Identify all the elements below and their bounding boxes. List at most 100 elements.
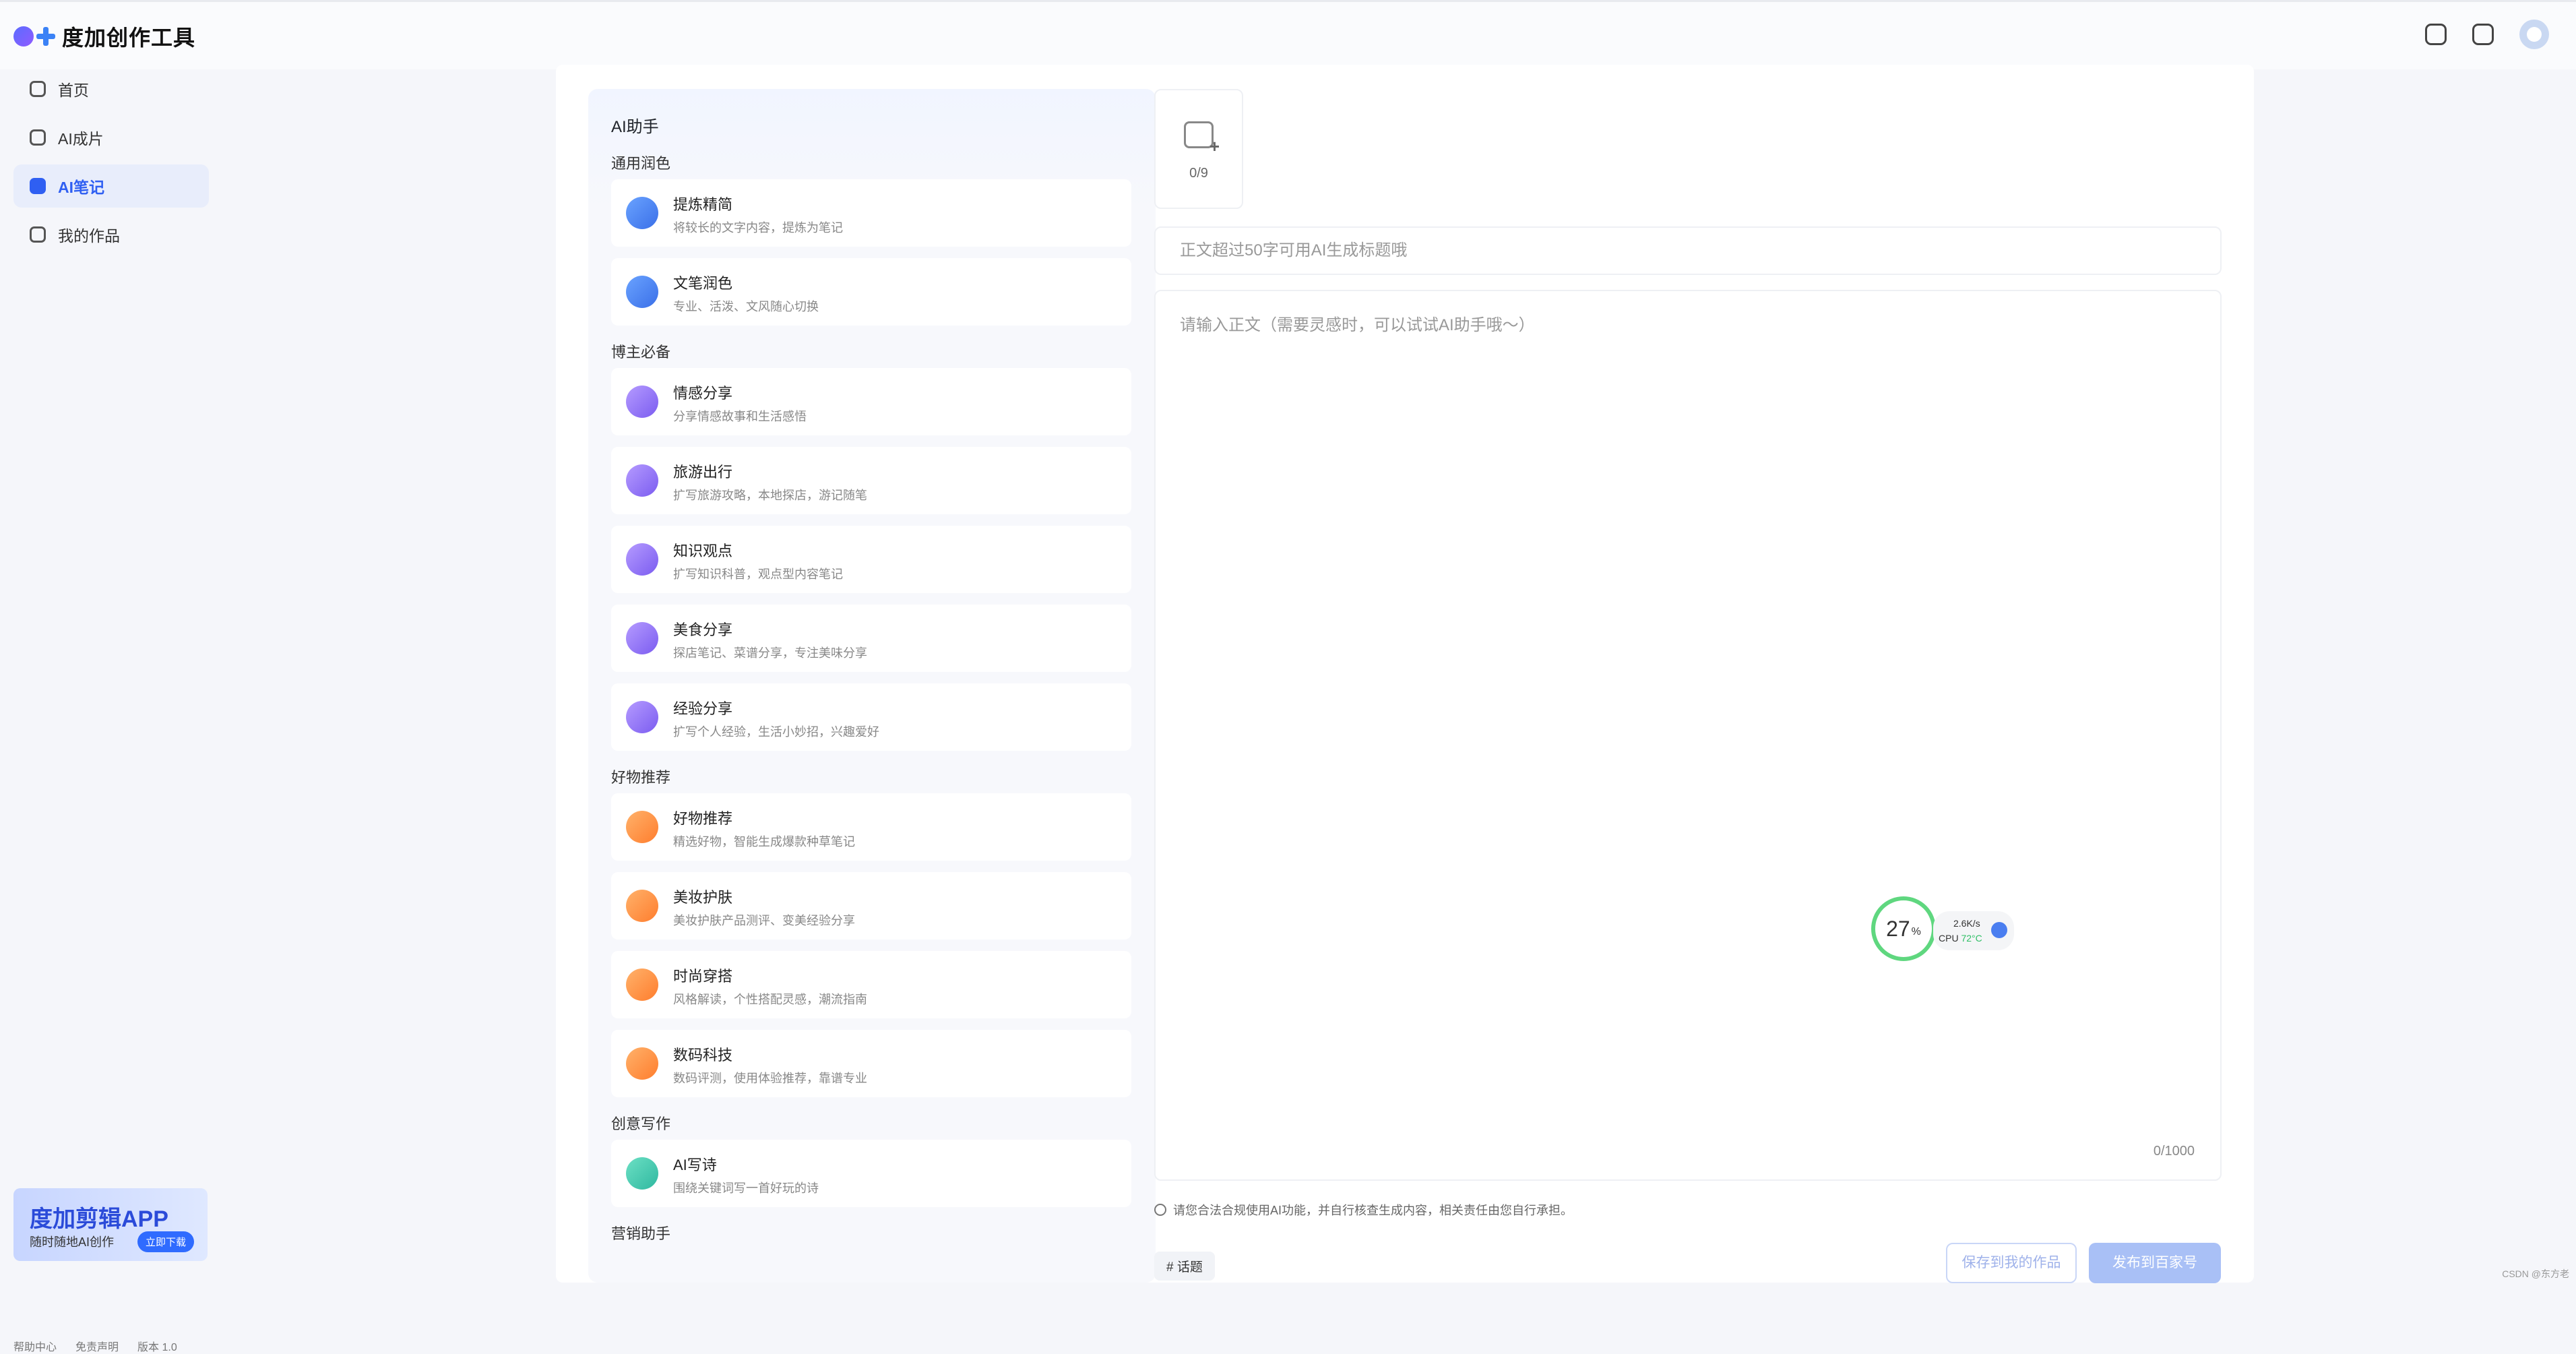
tool-name: 经验分享 [673,700,733,717]
palm-icon [626,464,658,497]
section-title: 通用润色 [611,155,671,172]
char-count: 0/1000 [2153,1144,2195,1159]
tool-card[interactable]: 文笔润色专业、活泼、文风随心切换 [611,258,1131,326]
tool-card[interactable]: AI写诗 围绕关键词写一首好玩的诗 [611,1140,1131,1207]
tool-description: 专业、活泼、文风随心切换 [673,300,819,313]
tool-name: AI写诗 [673,1157,717,1173]
tool-name: 情感分享 [673,385,733,402]
bottle-icon [626,890,658,922]
tool-card[interactable]: 时尚穿搭风格解读，个性搭配灵感，潮流指南 [611,951,1131,1018]
ai-assistant-panel: AI助手 通用润色提炼精简将较长的文字内容，提炼为笔记 文笔润色专业、活泼、文风随… [588,89,1156,1283]
tool-sections: 通用润色提炼精简将较长的文字内容，提炼为笔记 文笔润色专业、活泼、文风随心切换博主… [588,148,1156,1250]
pen-icon [30,178,46,194]
tool-description: 扩写旅游攻略，本地探店，游记随笔 [673,489,867,502]
poem-icon [626,1157,658,1190]
tool-card[interactable]: 情感分享分享情感故事和生活感悟 [611,368,1131,435]
tool-card[interactable]: 提炼精简将较长的文字内容，提炼为笔记 [611,179,1131,247]
tool-description: 将较长的文字内容，提炼为笔记 [673,221,843,235]
tool-name: 数码科技 [673,1047,733,1064]
app-logo[interactable]: 度加创作工具 [13,22,195,51]
top-bar: 度加创作工具 [0,0,2576,69]
food-icon [626,622,658,654]
thumb-icon [626,811,658,843]
cpu-label: CPU 72°C [1939,933,1982,944]
heart-icon [626,386,658,418]
cpu-text: CPU [1939,933,1959,944]
footer-link[interactable]: 免责声明 [75,1338,119,1354]
watermark: CSDN @东方老 [2502,1268,2569,1279]
tool-card[interactable]: 美妆护肤美妆护肤产品测评、变美经验分享 [611,872,1131,940]
tool-name: 美食分享 [673,621,733,638]
tool-name: 好物推荐 [673,810,733,827]
note-editor: 0/9 正文超过50字可用AI生成标题哦 请输入正文（需要灵感时，可以试试AI助… [1154,89,2222,1283]
sidebar-item-my-works[interactable]: 我的作品 [13,213,209,256]
tool-name: 知识观点 [673,543,733,559]
info-icon [1154,1204,1166,1216]
sidebar-item-ai-notes[interactable]: AI笔记 [13,164,209,208]
tool-description: 探店笔记、菜谱分享，专注美味分享 [673,646,867,660]
app-name: 度加创作工具 [62,26,196,50]
image-upload-button[interactable]: 0/9 [1154,89,1243,209]
tool-name: 美妆护肤 [673,889,733,906]
cpu-percent-unit: % [1911,926,1921,937]
title-input[interactable]: 正文超过50字可用AI生成标题哦 [1154,226,2222,275]
panel-title: AI助手 [611,118,659,136]
bulb-icon [626,701,658,733]
add-image-icon [1184,121,1220,157]
home-icon [30,81,46,97]
wand-icon [626,197,658,229]
banner-title: 度加剪辑APP [30,1206,168,1232]
sidebar-item-label: 我的作品 [58,227,120,245]
tool-name: 旅游出行 [673,464,733,481]
tool-description: 数码评测，使用体验推荐，靠谱专业 [673,1072,867,1085]
section-title: 营销助手 [611,1225,671,1242]
edit-icon[interactable] [2472,24,2494,45]
notice-text: 请您合法合规使用AI功能，并自行核查生成内容，相关责任由您自行承担。 [1173,1204,1573,1217]
footer-link[interactable]: 帮助中心 [13,1338,57,1354]
body-placeholder: 请输入正文（需要灵感时，可以试试AI助手哦～） [1180,316,1535,334]
cup-icon [626,276,658,308]
avatar[interactable] [2519,20,2549,49]
footer-links: 帮助中心 免责声明 版本 1.0 [13,1338,177,1354]
topic-button[interactable]: # 话题 [1154,1252,1215,1281]
section-title: 创意写作 [611,1115,671,1132]
sidebar-item-label: AI成片 [58,130,104,148]
cpu-monitor-widget[interactable]: 27% 2.6K/s CPU 72°C [1871,896,2023,965]
download-button[interactable]: 立即下载 [137,1231,194,1252]
app-download-banner[interactable]: 度加剪辑APP 随时随地AI创作 立即下载 [13,1188,208,1261]
footer-link[interactable]: 版本 1.0 [137,1338,177,1354]
tool-card[interactable]: 好物推荐精选好物，智能生成爆款种草笔记 [611,793,1131,861]
banner-subtitle: 随时随地AI创作 [30,1235,115,1249]
tool-description: 风格解读，个性搭配灵感，潮流指南 [673,993,867,1006]
cpu-temperature: 72°C [1961,933,1982,944]
logo-mark-icon [13,26,55,47]
tool-card[interactable]: 旅游出行扩写旅游攻略，本地探店，游记随笔 [611,447,1131,514]
palette-icon[interactable] [2425,24,2447,45]
publish-button[interactable]: 发布到百家号 [2089,1243,2221,1283]
section-title: 博主必备 [611,344,671,361]
shirt-icon [626,968,658,1001]
tool-card[interactable]: 美食分享探店笔记、菜谱分享，专注美味分享 [611,605,1131,672]
checkbox-icon [30,226,46,243]
tool-name: 文笔润色 [673,275,733,292]
tool-card[interactable]: 知识观点 扩写知识科普，观点型内容笔记 [611,526,1131,593]
sidebar-item-home[interactable]: 首页 [13,67,209,111]
tool-name: 时尚穿搭 [673,968,733,985]
tool-name: 提炼精简 [673,196,733,213]
sidebar-item-ai-video[interactable]: AI成片 [13,116,209,159]
tool-description: 美妆护肤产品测评、变美经验分享 [673,914,855,927]
cpu-info: 2.6K/s CPU 72°C [1933,911,2014,950]
save-button[interactable]: 保存到我的作品 [1946,1243,2077,1283]
tool-card[interactable]: 数码科技数码评测，使用体验推荐，靠谱专业 [611,1030,1131,1097]
cpu-percent: 27 [1886,916,1910,941]
body-textarea[interactable]: 请输入正文（需要灵感时，可以试试AI助手哦～） 0/1000 [1154,290,2222,1181]
tool-description: 分享情感故事和生活感悟 [673,410,807,423]
top-actions [2425,20,2549,49]
sidebar-item-label: AI笔记 [58,179,104,196]
legal-notice: 请您合法合规使用AI功能，并自行核查生成内容，相关责任由您自行承担。 [1154,1201,1573,1219]
section-title: 好物推荐 [611,769,671,786]
tool-card[interactable]: 经验分享 扩写个人经验，生活小妙招，兴趣爱好 [611,683,1131,751]
rocket-icon [1991,922,2007,938]
main-content: AI助手 通用润色提炼精简将较长的文字内容，提炼为笔记 文笔润色专业、活泼、文风随… [556,65,2254,1283]
tool-description: 精选好物，智能生成爆款种草笔记 [673,835,855,849]
